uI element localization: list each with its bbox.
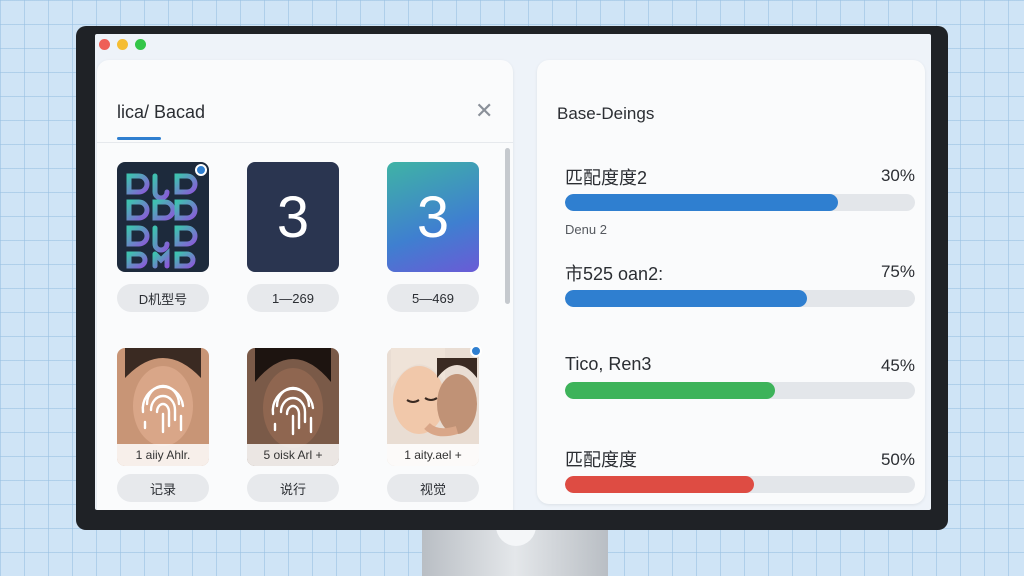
number-tile-value: 3 bbox=[276, 184, 310, 250]
left-panel: lica/ Bacad ✕ 3 3 D机型号 1—269 5—469 1 aii… bbox=[97, 60, 513, 510]
face-fingerprint-tile[interactable]: 5 oisk Arl + bbox=[247, 348, 339, 466]
bar-percent: 45% bbox=[880, 356, 915, 375]
progress-bar bbox=[565, 382, 915, 399]
minimize-window-button[interactable] bbox=[117, 39, 128, 50]
tile-label-button[interactable]: 1—269 bbox=[247, 284, 339, 312]
tile-caption: 1 aity.ael + bbox=[387, 444, 479, 466]
divider bbox=[97, 142, 513, 143]
tile-label-button[interactable]: 5—469 bbox=[387, 284, 479, 312]
screen: lica/ Bacad ✕ 3 3 D机型号 1—269 5—469 1 aii… bbox=[95, 34, 931, 510]
active-tab-indicator bbox=[117, 137, 161, 140]
pattern-tile[interactable] bbox=[117, 162, 209, 272]
window-controls bbox=[99, 39, 146, 50]
bar-label: Tico, Ren3 bbox=[565, 354, 652, 374]
progress-bar-fill bbox=[565, 382, 775, 399]
tile-label-button[interactable]: 说行 bbox=[247, 474, 339, 502]
portrait-tile[interactable]: 1 aity.ael + bbox=[387, 345, 482, 466]
close-icon[interactable]: ✕ bbox=[475, 100, 493, 122]
number-tile-gradient[interactable]: 3 bbox=[387, 162, 479, 272]
number-tile-value: 3 bbox=[416, 184, 450, 250]
bar-percent: 75% bbox=[880, 262, 915, 281]
tile-caption: 5 oisk Arl + bbox=[247, 444, 339, 466]
scrollbar[interactable] bbox=[505, 148, 510, 304]
bar-percent: 30% bbox=[880, 166, 915, 185]
progress-bar-fill bbox=[565, 194, 838, 211]
number-tile[interactable]: 3 bbox=[247, 162, 339, 272]
face-fingerprint-tile[interactable]: 1 aiiy Ahlr. bbox=[117, 348, 209, 466]
tile-label-button[interactable]: 视觉 bbox=[387, 474, 479, 502]
progress-bar bbox=[565, 194, 915, 211]
close-window-button[interactable] bbox=[99, 39, 110, 50]
tile-label-button[interactable]: 记录 bbox=[117, 474, 209, 502]
notification-dot bbox=[195, 164, 207, 176]
notification-dot bbox=[470, 345, 482, 357]
tile-caption: 1 aiiy Ahlr. bbox=[117, 444, 209, 466]
progress-bar-fill bbox=[565, 290, 807, 307]
right-panel: Base-Deings 匹配度度2 30% Denu 2 市525 oan2: … bbox=[537, 60, 925, 504]
bar-label: 市525 oan2: bbox=[565, 264, 664, 284]
left-panel-title: lica/ Bacad bbox=[117, 102, 206, 122]
maximize-window-button[interactable] bbox=[135, 39, 146, 50]
right-panel-title: Base-Deings bbox=[557, 104, 655, 123]
bar-sublabel: Denu 2 bbox=[565, 222, 607, 237]
bar-percent: 50% bbox=[880, 450, 915, 469]
pattern-icon bbox=[126, 173, 198, 269]
tile-label-button[interactable]: D机型号 bbox=[117, 284, 209, 312]
progress-bar bbox=[565, 476, 915, 493]
progress-bar-fill bbox=[565, 476, 754, 493]
bar-label: 匹配度度 bbox=[565, 450, 637, 470]
bar-label: 匹配度度2 bbox=[565, 168, 648, 188]
progress-bar bbox=[565, 290, 915, 307]
